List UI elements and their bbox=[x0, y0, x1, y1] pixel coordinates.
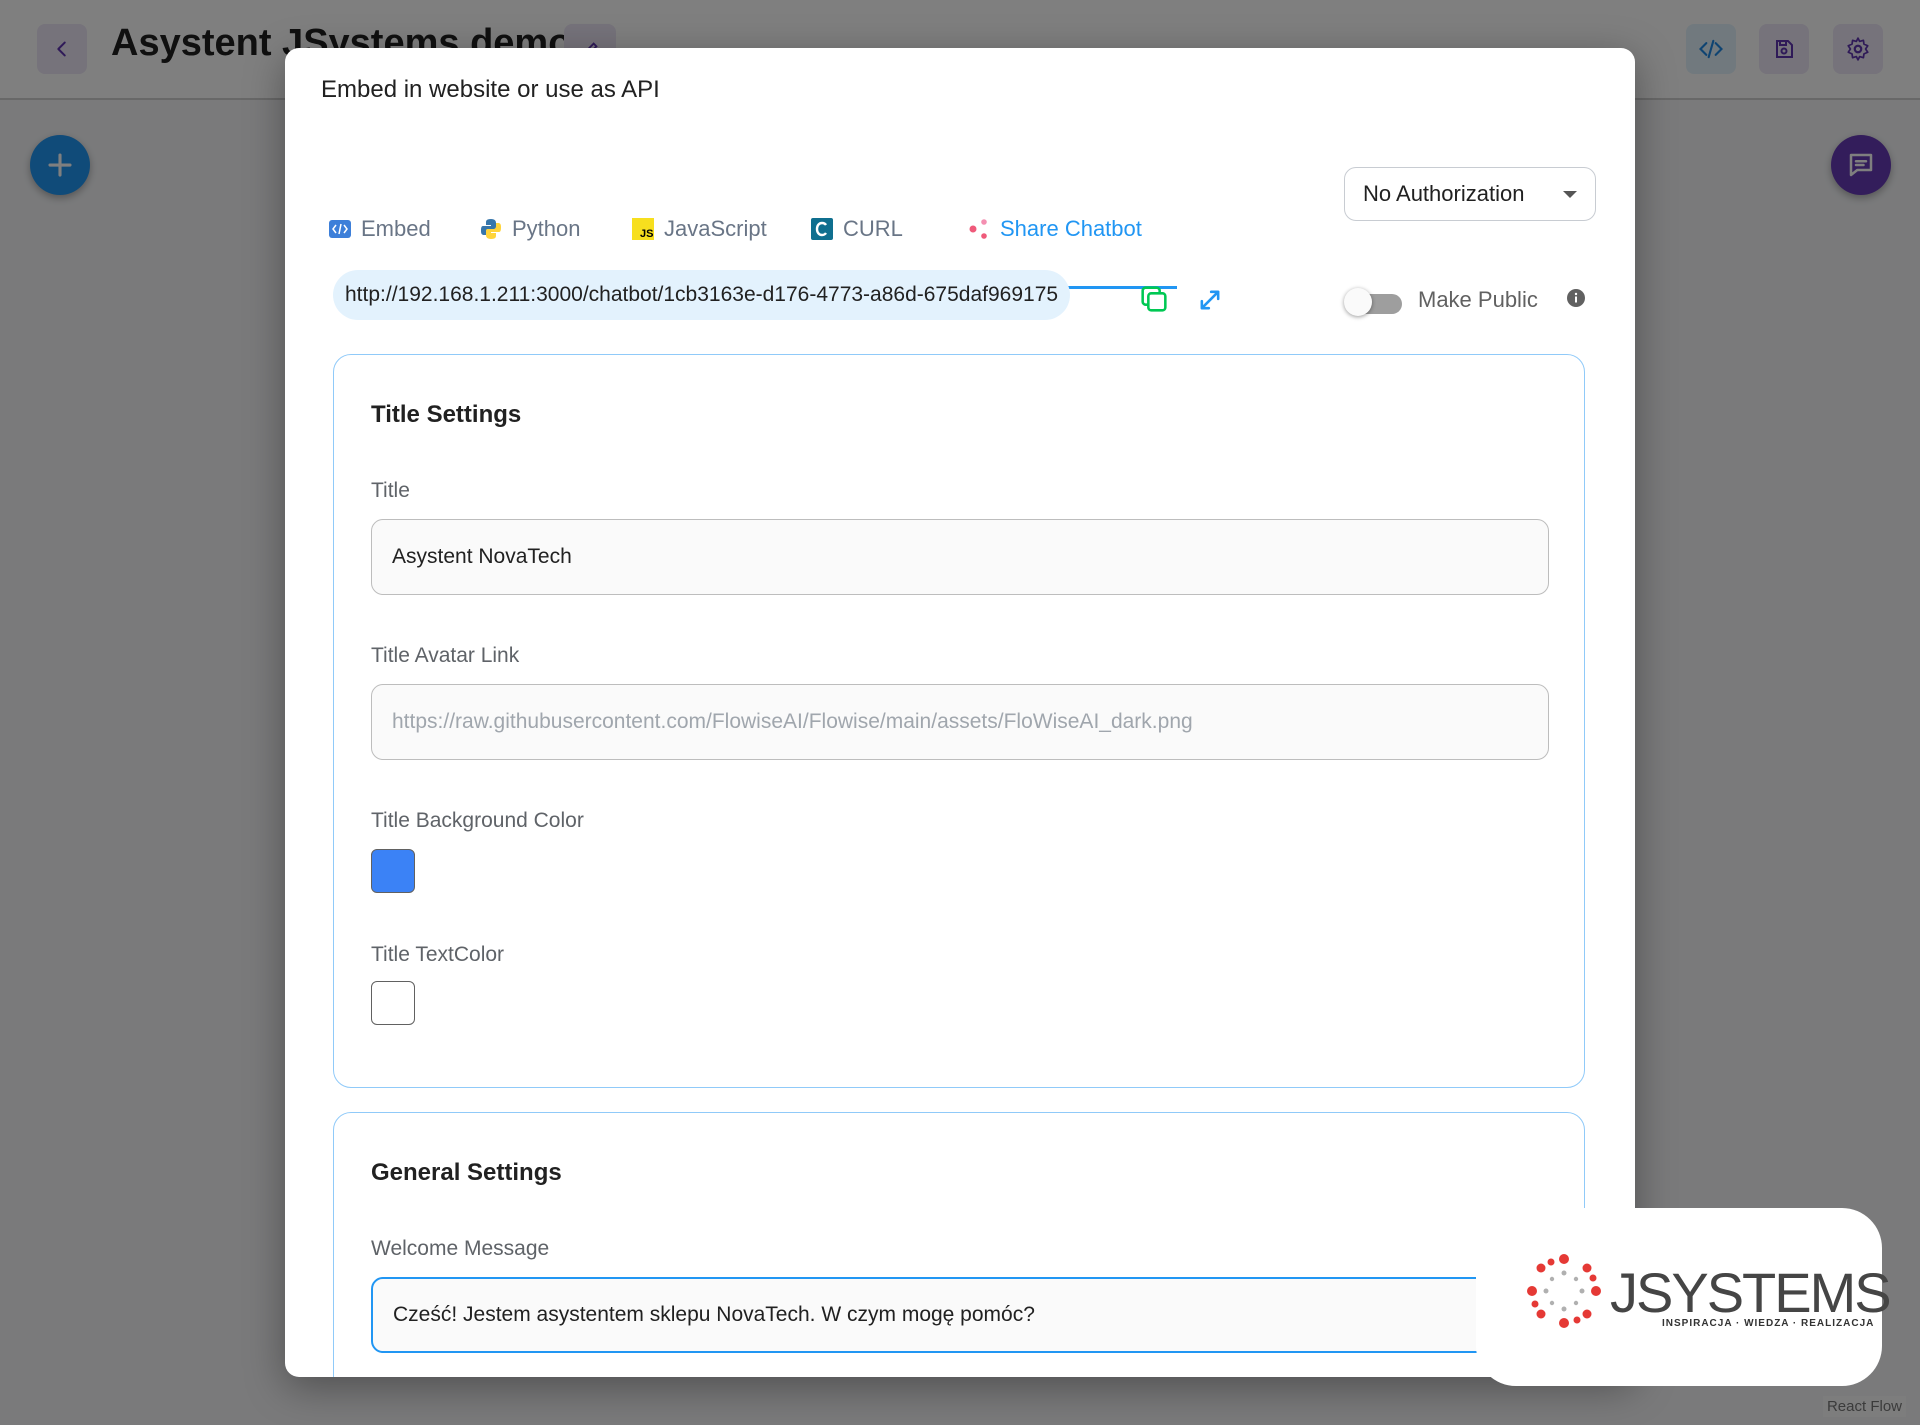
jsystems-logo-mark-icon bbox=[1527, 1254, 1601, 1328]
jsystems-watermark: JSYSTEMS INSPIRACJA · WIEDZA · REALIZACJ… bbox=[1476, 1208, 1892, 1386]
title-text-color-swatch[interactable] bbox=[371, 981, 415, 1025]
share-url: http://192.168.1.211:3000/chatbot/1cb316… bbox=[345, 283, 1059, 306]
welcome-message-value: Cześć! Jestem asystentem sklepu NovaTech… bbox=[393, 1303, 1035, 1326]
dialog-title: Embed in website or use as API bbox=[321, 76, 660, 103]
tab-label: Share Chatbot bbox=[1000, 216, 1142, 241]
share-icon bbox=[969, 219, 987, 239]
svg-text:JS: JS bbox=[640, 228, 653, 240]
expand-arrow-icon bbox=[1200, 290, 1220, 310]
welcome-message-label: Welcome Message bbox=[371, 1237, 550, 1260]
copy-url-button[interactable] bbox=[1137, 282, 1171, 321]
curl-icon bbox=[811, 218, 833, 240]
dropdown-caret-icon bbox=[1563, 190, 1577, 198]
title-text-color-label: Title TextColor bbox=[371, 943, 505, 966]
open-in-new-tab-button[interactable] bbox=[1196, 286, 1224, 319]
welcome-message-input[interactable]: Cześć! Jestem asystentem sklepu NovaTech… bbox=[371, 1277, 1549, 1353]
title-label: Title bbox=[371, 479, 410, 502]
embed-dialog: Embed in website or use as API Embed Pyt… bbox=[285, 48, 1635, 1377]
make-public-label: Make Public bbox=[1418, 287, 1538, 312]
avatar-link-input[interactable]: https://raw.githubusercontent.com/Flowis… bbox=[371, 684, 1549, 760]
authorization-value: No Authorization bbox=[1363, 181, 1525, 206]
general-settings-card: General Settings Welcome Message Cześć! … bbox=[333, 1112, 1585, 1377]
tab-label: JavaScript bbox=[664, 216, 767, 241]
avatar-link-label: Title Avatar Link bbox=[371, 644, 520, 667]
info-icon[interactable] bbox=[1566, 288, 1586, 313]
avatar-link-placeholder: https://raw.githubusercontent.com/Flowis… bbox=[392, 710, 1193, 733]
embed-code-icon bbox=[329, 220, 351, 238]
title-input-value: Asystent NovaTech bbox=[392, 545, 572, 568]
title-settings-card: Title Settings Title Asystent NovaTech T… bbox=[333, 354, 1585, 1088]
title-input[interactable]: Asystent NovaTech bbox=[371, 519, 1549, 595]
tab-label: Embed bbox=[361, 216, 431, 241]
general-settings-heading: General Settings bbox=[371, 1159, 562, 1186]
javascript-icon: JS bbox=[632, 218, 654, 240]
python-icon bbox=[481, 219, 501, 239]
tab-label: Python bbox=[512, 216, 581, 241]
jsystems-brand: JSYSTEMS bbox=[1610, 1261, 1892, 1324]
title-bg-color-swatch[interactable] bbox=[371, 849, 415, 893]
authorization-select[interactable]: No Authorization bbox=[1344, 167, 1596, 221]
make-public-toggle[interactable] bbox=[1344, 286, 1404, 318]
copy-icon bbox=[1141, 286, 1167, 312]
jsystems-tagline: INSPIRACJA · WIEDZA · REALIZACJA bbox=[1662, 1318, 1875, 1329]
tab-label: CURL bbox=[843, 216, 903, 241]
share-url-chip[interactable]: http://192.168.1.211:3000/chatbot/1cb316… bbox=[333, 270, 1071, 320]
title-bg-color-label: Title Background Color bbox=[371, 809, 584, 832]
title-settings-heading: Title Settings bbox=[371, 401, 522, 428]
toggle-thumb bbox=[1344, 288, 1372, 316]
